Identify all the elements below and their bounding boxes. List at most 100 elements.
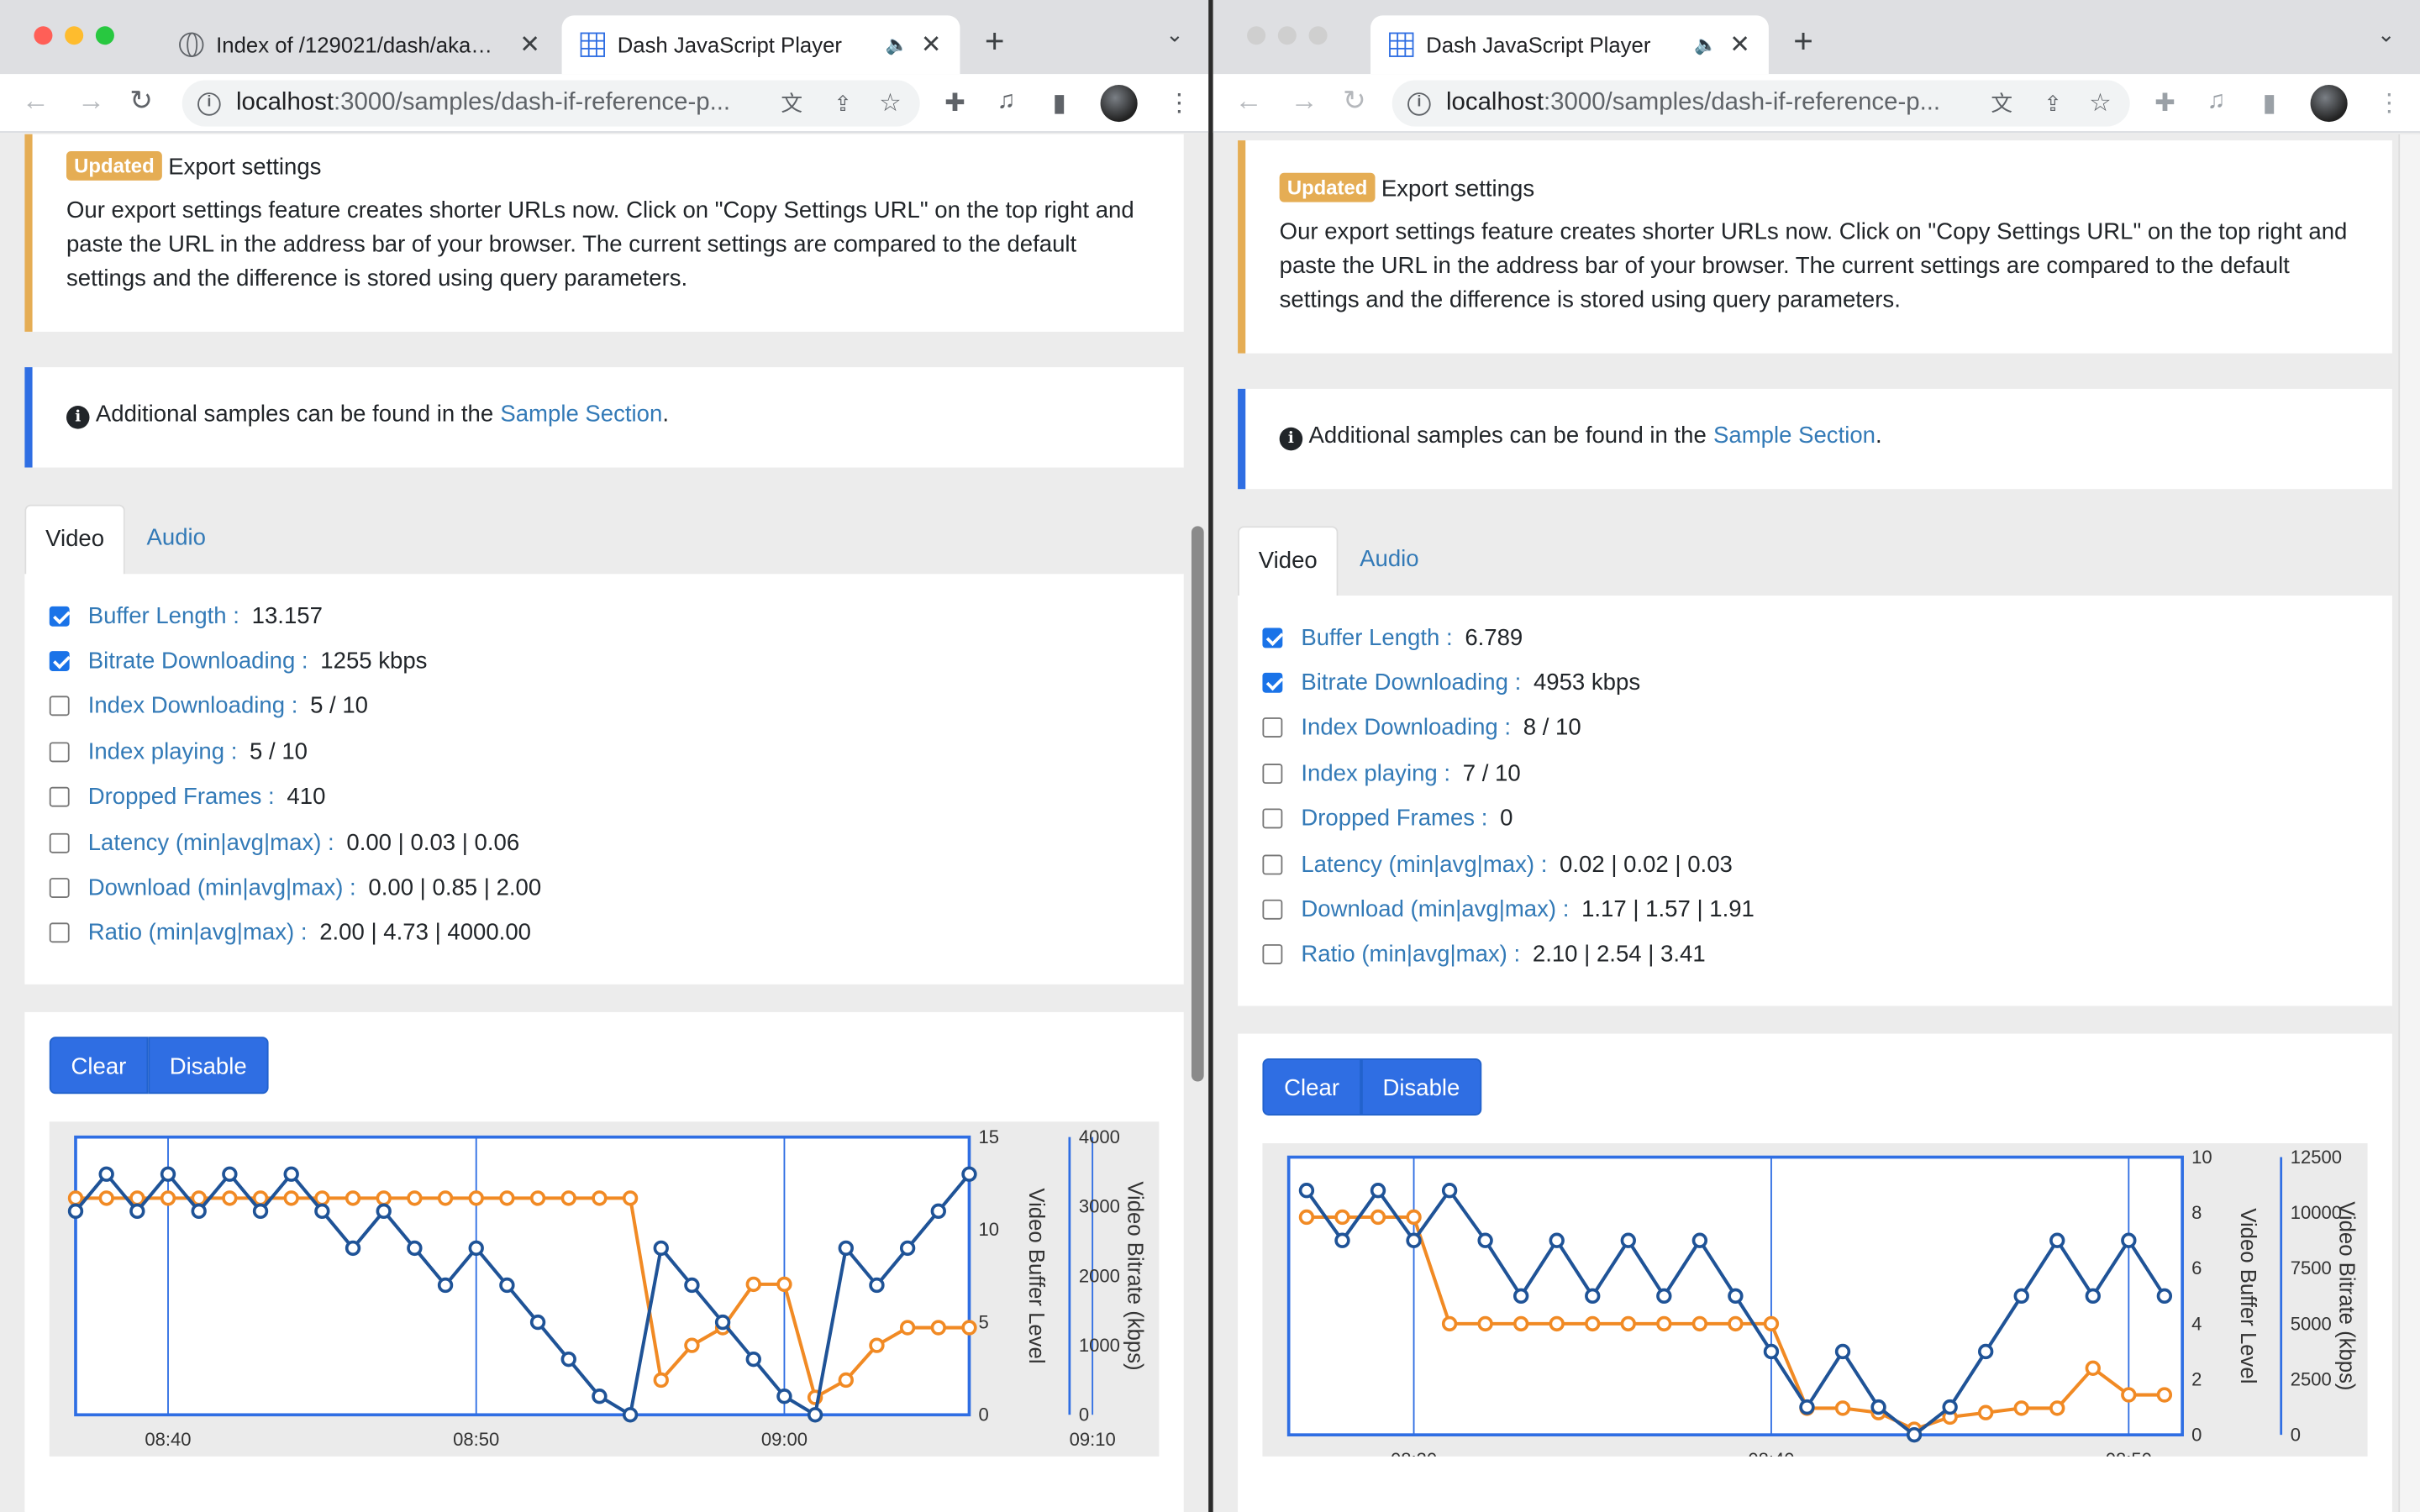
metric-label: Ratio (min|avg|max) :	[1301, 941, 1521, 969]
side-panel-icon[interactable]: ▮	[2263, 88, 2276, 119]
metric-checkbox[interactable]	[49, 696, 70, 717]
notice-title: Export settings	[1381, 176, 1535, 202]
new-tab-icon[interactable]: +	[985, 22, 1005, 62]
metrics-panel: Buffer Length : 13.157 Bitrate Downloading…	[24, 574, 1184, 984]
metric-checkbox[interactable]	[1262, 944, 1283, 965]
page-scrollbar[interactable]	[1191, 526, 1204, 1082]
back-icon[interactable]: ←	[22, 85, 50, 118]
series-point	[2049, 1232, 2065, 1248]
profile-avatar[interactable]	[1100, 85, 1138, 123]
metric-row: Download (min|avg|max) : 1.17 | 1.57 | 1.…	[1262, 892, 1754, 926]
back-icon[interactable]: ←	[1234, 85, 1262, 118]
new-tab-icon[interactable]: +	[1793, 22, 1813, 62]
tab-search-chevron-icon[interactable]: ⌄	[2377, 22, 2396, 48]
zoom-window-button[interactable]	[95, 26, 114, 45]
bookmark-star-icon[interactable]: ☆	[2089, 88, 2111, 119]
minimize-window-button[interactable]	[65, 26, 84, 45]
metric-row: Index playing : 7 / 10	[1262, 756, 1521, 790]
extensions-icon[interactable]: ✚	[2154, 88, 2175, 119]
y-tick-label-buffer: 10	[978, 1219, 999, 1240]
share-icon[interactable]: ⇪	[2044, 90, 2062, 116]
metric-checkbox[interactable]	[49, 605, 70, 626]
media-control-icon[interactable]: ♫	[2207, 88, 2226, 116]
metric-checkbox[interactable]	[1262, 853, 1283, 874]
browser-tab-index[interactable]: Index of /129021/dash/akamai/bbb_30fps/ …	[160, 15, 559, 74]
y-tick-label-buffer: 2	[2191, 1368, 2202, 1389]
reload-icon[interactable]: ↻	[1343, 85, 1366, 118]
tab-audio[interactable]: Audio	[1360, 526, 1418, 596]
metric-checkbox[interactable]	[49, 832, 70, 853]
series-point	[1763, 1315, 1780, 1332]
site-info-icon[interactable]: i	[197, 92, 221, 115]
zoom-window-button[interactable]	[1308, 26, 1328, 45]
metric-checkbox[interactable]	[1262, 672, 1283, 693]
tab-search-chevron-icon[interactable]: ⌄	[1165, 22, 1184, 48]
bookmark-star-icon[interactable]: ☆	[879, 88, 901, 119]
share-icon[interactable]: ⇪	[834, 90, 852, 116]
y-tick-label-bitrate: 12500	[2291, 1147, 2342, 1168]
metric-checkbox[interactable]	[1262, 808, 1283, 829]
translate-icon[interactable]: 文	[781, 88, 802, 119]
clear-button[interactable]: Clear	[1262, 1058, 1361, 1116]
metric-label: Download (min|avg|max) :	[87, 874, 356, 901]
metric-row: Bitrate Downloading : 4953 kbps	[1262, 665, 1640, 699]
metric-checkbox[interactable]	[1262, 717, 1283, 738]
browser-tab-dash-player[interactable]: Dash JavaScript Player 🔈 ✕	[561, 15, 960, 75]
clear-button[interactable]: Clear	[49, 1037, 149, 1095]
menu-kebab-icon[interactable]: ⋮	[2377, 88, 2402, 119]
metric-value: 4953 kbps	[1533, 669, 1641, 696]
series-point	[437, 1277, 454, 1294]
disable-button[interactable]: Disable	[1360, 1058, 1482, 1116]
menu-kebab-icon[interactable]: ⋮	[1167, 88, 1192, 119]
series-point	[1334, 1209, 1350, 1226]
metric-tabs: Video Audio	[24, 504, 1183, 576]
metric-row: Buffer Length : 6.789	[1262, 620, 1523, 654]
close-tab-icon[interactable]: ✕	[921, 29, 942, 60]
forward-icon[interactable]: →	[77, 85, 105, 118]
speaker-icon[interactable]: 🔈	[1694, 34, 1717, 55]
profile-avatar[interactable]	[2310, 85, 2348, 123]
metric-checkbox[interactable]	[49, 786, 70, 807]
forward-icon[interactable]: →	[1291, 85, 1318, 118]
metric-checkbox[interactable]	[1262, 763, 1283, 784]
speaker-icon[interactable]: 🔈	[886, 34, 908, 55]
reload-icon[interactable]: ↻	[129, 85, 153, 118]
close-window-button[interactable]	[1247, 26, 1266, 45]
address-bar[interactable]: i localhost:3000/samples/dash-if-referen…	[182, 80, 920, 127]
series-point	[1370, 1183, 1386, 1199]
metric-checkbox[interactable]	[1262, 899, 1283, 920]
series-point	[1763, 1343, 1780, 1360]
series-point	[222, 1190, 238, 1206]
metric-checkbox[interactable]	[1262, 627, 1283, 648]
extensions-icon[interactable]: ✚	[944, 88, 965, 119]
metric-checkbox[interactable]	[49, 741, 70, 762]
translate-icon[interactable]: 文	[1991, 88, 2012, 119]
page-scroll-track[interactable]	[2398, 134, 2420, 1512]
close-tab-icon[interactable]: ✕	[1729, 29, 1750, 60]
site-info-icon[interactable]: i	[1407, 92, 1431, 115]
tab-title: Index of /129021/dash/akamai/bbb_30fps/	[216, 32, 507, 57]
metric-checkbox[interactable]	[49, 922, 70, 943]
x-tick-label: 09:10	[1070, 1429, 1116, 1450]
series-point	[2049, 1400, 2065, 1416]
tab-audio[interactable]: Audio	[146, 505, 205, 575]
address-bar[interactable]: i localhost:3000/samples/dash-if-referen…	[1392, 80, 2130, 127]
metric-checkbox[interactable]	[49, 650, 70, 671]
minimize-window-button[interactable]	[1277, 26, 1297, 45]
y-tick-label-bitrate: 0	[1079, 1404, 1089, 1425]
tab-video[interactable]: Video	[24, 504, 125, 576]
sample-section-link[interactable]: Sample Section	[1713, 423, 1876, 449]
metric-checkbox[interactable]	[49, 877, 70, 898]
close-window-button[interactable]	[34, 26, 53, 45]
close-tab-icon[interactable]: ✕	[519, 29, 540, 60]
series-point	[314, 1203, 330, 1220]
media-control-icon[interactable]: ♫	[997, 88, 1016, 116]
disable-button[interactable]: Disable	[148, 1037, 269, 1095]
series-point	[745, 1276, 761, 1293]
sample-section-link[interactable]: Sample Section	[500, 402, 662, 428]
side-panel-icon[interactable]: ▮	[1053, 88, 1066, 119]
x-tick-label: 08:50	[453, 1429, 499, 1450]
tab-video[interactable]: Video	[1238, 526, 1339, 597]
browser-tab-dash-player[interactable]: Dash JavaScript Player 🔈 ✕	[1370, 15, 1769, 75]
series-point	[129, 1203, 145, 1220]
